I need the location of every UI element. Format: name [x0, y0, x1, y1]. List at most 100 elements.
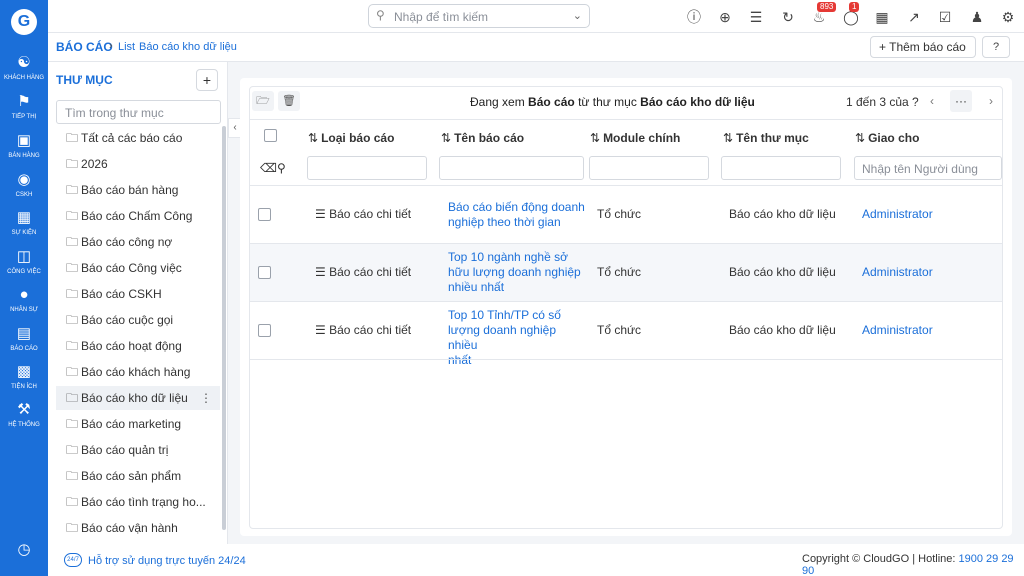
folder-label: Báo cáo marketing: [81, 417, 182, 431]
column-header-module[interactable]: ⇅ Module chính: [590, 131, 680, 145]
folder-item[interactable]: 🗀 Báo cáo quản trị: [56, 438, 220, 462]
user-icon[interactable]: ♟: [968, 8, 986, 26]
nav-sales[interactable]: ▣ BÁN HÀNG: [0, 133, 48, 160]
kebab-menu-icon[interactable]: ⋮: [200, 386, 212, 410]
prev-page-button[interactable]: ‹: [921, 90, 943, 112]
list-icon: ☰: [315, 207, 330, 221]
column-header-folder[interactable]: ⇅ Tên thư mục: [723, 131, 809, 145]
select-all-checkbox[interactable]: [264, 129, 277, 142]
row-checkbox[interactable]: [258, 324, 271, 337]
next-page-button[interactable]: ›: [980, 90, 1002, 112]
folder-item[interactable]: 🗀 Báo cáo Chấm Công: [56, 204, 220, 228]
sort-icon: ⇅: [855, 131, 866, 145]
nav-cskh[interactable]: ◉ CSKH: [0, 172, 48, 199]
filter-module-input[interactable]: [589, 156, 709, 180]
support-logo-icon: 24/7: [64, 553, 82, 567]
cell-report-name-link[interactable]: Báo cáo biến động doanh nghiệp theo thời …: [448, 200, 588, 230]
cell-module: Tổ chức: [597, 207, 642, 221]
question-icon: ?: [992, 41, 1000, 53]
folder-label: Báo cáo quản trị: [81, 443, 169, 457]
clear-filter-icon[interactable]: ⌫: [260, 161, 277, 176]
delete-button[interactable]: 🗑: [278, 91, 300, 111]
history-button[interactable]: ◷: [0, 542, 48, 558]
folder-scrollbar[interactable]: [222, 126, 226, 530]
nav-events[interactable]: ▦ SỰ KIỆN: [0, 210, 48, 237]
column-header-type[interactable]: ⇅ Loại báo cáo: [308, 131, 394, 145]
plus-icon: +: [879, 40, 890, 54]
cloudgo-logo[interactable]: G: [11, 9, 37, 35]
add-circle-icon[interactable]: ⊕: [716, 8, 734, 26]
filter-search-icon[interactable]: ⚲: [277, 161, 286, 176]
folder-item[interactable]: 🗀 Báo cáo khách hàng: [56, 360, 220, 384]
folder-item[interactable]: 🗀 Báo cáo CSKH: [56, 282, 220, 306]
row-checkbox[interactable]: [258, 208, 271, 221]
folder-item[interactable]: 🗀 Báo cáo marketing: [56, 412, 220, 436]
global-search-input[interactable]: ⚲ Nhập để tìm kiếm ⌄: [368, 4, 590, 28]
folder-search-input[interactable]: Tìm trong thư mục: [56, 100, 221, 124]
folder-item[interactable]: 🗀 Báo cáo cuộc gọi: [56, 308, 220, 332]
row-checkbox[interactable]: [258, 266, 271, 279]
folder-label: Báo cáo khách hàng: [81, 365, 191, 379]
report-table: 🗁 🗑 Đang xem Báo cáo từ thư mục Báo cáo …: [249, 86, 1003, 529]
folder-label: 2026: [81, 157, 108, 171]
refresh-icon[interactable]: ↻: [779, 8, 797, 26]
folder-item[interactable]: 🗀 Báo cáo Công việc: [56, 256, 220, 280]
column-header-name[interactable]: ⇅ Tên báo cáo: [441, 131, 524, 145]
cell-assignee-link[interactable]: Administrator: [862, 265, 933, 280]
filter-name-input[interactable]: [439, 156, 584, 180]
nav-hr[interactable]: ● NHÂN SỰ: [0, 287, 48, 314]
breadcrumb-list[interactable]: List: [118, 41, 135, 53]
column-header-assignee[interactable]: ⇅ Giao cho: [855, 131, 919, 145]
trash-icon: 🗑: [282, 95, 296, 107]
folder-label: Báo cáo Công việc: [81, 261, 182, 275]
boxes-icon: ▩: [16, 363, 32, 380]
folder-label: Báo cáo CSKH: [81, 287, 162, 301]
cell-report-name-link[interactable]: Top 10 ngành nghề sở hữu lượng doanh nghi…: [448, 250, 588, 295]
nav-reports[interactable]: ▤ BÁO CÁO: [0, 326, 48, 353]
checkbox-icon[interactable]: ☑: [936, 8, 954, 26]
folder-item[interactable]: 🗀 Báo cáo công nợ: [56, 230, 220, 254]
cell-assignee-link[interactable]: Administrator: [862, 323, 933, 338]
trend-chart-icon[interactable]: ↗: [905, 8, 923, 26]
notification-badge: 893: [817, 2, 837, 12]
nav-marketing[interactable]: ⚑ TIẾP THỊ: [0, 94, 48, 121]
filter-type-input[interactable]: [307, 156, 427, 180]
filter-folder-input[interactable]: [721, 156, 841, 180]
cell-folder: Báo cáo kho dữ liệu: [729, 207, 836, 221]
folder-item[interactable]: 🗀 Báo cáo hoạt động: [56, 334, 220, 358]
more-options-button[interactable]: ···: [950, 90, 972, 112]
folder-item[interactable]: 🗀 Báo cáo tình trạng ho...: [56, 490, 220, 514]
add-folder-button[interactable]: +: [196, 69, 218, 91]
nav-utilities[interactable]: ▩ TIỆN ÍCH: [0, 364, 48, 391]
folder-open-icon: 🗀: [66, 391, 79, 405]
folder-item[interactable]: 🗀 2026: [56, 152, 220, 176]
calendar-icon[interactable]: ▦: [873, 8, 891, 26]
nav-system[interactable]: ⚒ HỆ THỐNG: [0, 402, 48, 429]
filter-assignee-input[interactable]: Nhập tên Người dùng: [854, 156, 1002, 180]
nav-customers[interactable]: ☯ KHÁCH HÀNG: [0, 55, 48, 82]
info-icon[interactable]: ⓘ: [685, 8, 703, 26]
breadcrumb-root[interactable]: BÁO CÁO: [56, 40, 113, 54]
chat-icon[interactable]: ◯ 1: [842, 2, 860, 26]
move-folder-button[interactable]: 🗁: [252, 91, 274, 111]
folder-item[interactable]: 🗀 Tất cả các báo cáo: [56, 126, 220, 150]
list-icon[interactable]: ☰: [747, 8, 765, 26]
add-report-button[interactable]: + Thêm báo cáo: [870, 36, 976, 58]
folder-item[interactable]: 🗀 Báo cáo sản phẩm: [56, 464, 220, 488]
cart-icon: ▣: [16, 132, 32, 149]
folder-icon: 🗀: [66, 365, 79, 379]
help-button[interactable]: ?: [982, 36, 1010, 58]
folder-icon: 🗀: [66, 209, 79, 223]
sort-icon: ⇅: [308, 131, 319, 145]
chevron-down-icon[interactable]: ⌄: [573, 9, 582, 22]
row-divider: [250, 359, 1002, 360]
cell-assignee-link[interactable]: Administrator: [862, 207, 933, 222]
folder-icon: 🗀: [66, 157, 79, 171]
folder-item[interactable]: 🗀 Báo cáo kho dữ liệu ⋮: [56, 386, 220, 410]
support-link[interactable]: Hỗ trợ sử dụng trực tuyến 24/24: [88, 555, 246, 567]
folder-item[interactable]: 🗀 Báo cáo bán hàng: [56, 178, 220, 202]
bell-icon[interactable]: ♨ 893: [810, 2, 837, 26]
gear-icon[interactable]: ⚙: [999, 8, 1017, 26]
folder-item[interactable]: 🗀 Báo cáo vận hành: [56, 516, 220, 540]
nav-tasks[interactable]: ◫ CÔNG VIỆC: [0, 249, 48, 276]
